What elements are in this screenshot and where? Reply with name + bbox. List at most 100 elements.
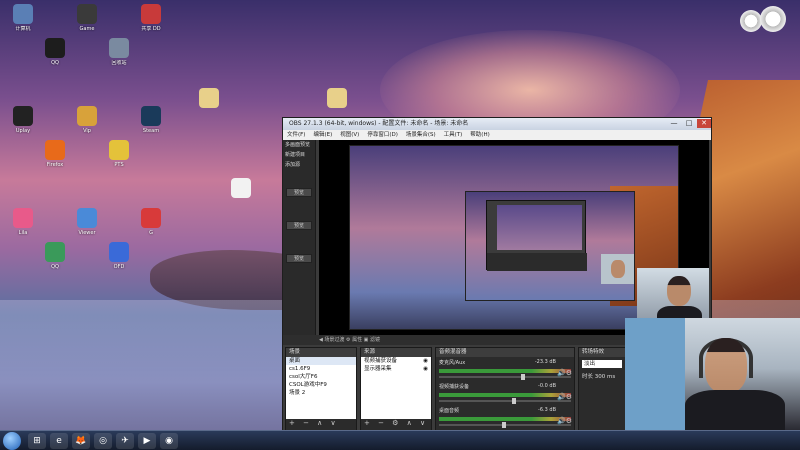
speaker-icon[interactable]: 🔊⚙ xyxy=(557,393,572,401)
desktop-icon-label: 共享 DD xyxy=(141,26,161,32)
mixer-channel: 麦克风/Aux -23.3 dB 🔊⚙ xyxy=(436,357,574,381)
taskbar: ⊞ e 🦊 ◎ ✈ ▶ ◉ xyxy=(0,430,800,450)
scene-item[interactable]: cs1.6F9 xyxy=(286,365,356,373)
folder-icon[interactable] xyxy=(318,88,356,110)
menu-help[interactable]: 帮助(H) xyxy=(470,130,489,140)
left-panel-item[interactable]: 新建项目 xyxy=(283,150,315,160)
desktop-icon[interactable]: Vip xyxy=(68,106,106,134)
preview-button[interactable]: 预览 xyxy=(286,221,312,230)
left-panel-item[interactable]: 多画面预览 xyxy=(283,140,315,150)
app-icon xyxy=(141,208,161,228)
obs-title-bar[interactable]: OBS 27.1.3 (64-bit, windows) - 配置文件: 未命名… xyxy=(283,118,711,130)
scene-item[interactable]: CSOL游戏中F9 xyxy=(286,381,356,389)
window-title: OBS 27.1.3 (64-bit, windows) - 配置文件: 未命名… xyxy=(289,120,469,127)
nested-capture xyxy=(349,145,679,330)
transitions-header: 转场特效 xyxy=(579,348,625,357)
taskbar-app[interactable]: ◎ xyxy=(94,433,112,449)
taskbar-app[interactable]: ▶ xyxy=(138,433,156,449)
minimize-button[interactable]: — xyxy=(667,119,681,128)
volume-slider[interactable] xyxy=(439,422,571,428)
transition-select[interactable]: 淡出 xyxy=(582,360,622,368)
menu-docks[interactable]: 停靠窗口(D) xyxy=(367,130,398,140)
sources-list: 视频捕获设备 ◉ 显示器采集 ◉ xyxy=(361,357,431,419)
taskbar-app[interactable]: e xyxy=(50,433,68,449)
maximize-button[interactable]: □ xyxy=(682,119,696,128)
scene-item[interactable]: 场景 2 xyxy=(286,389,356,397)
sources-toolbar[interactable]: + − ⚙ ∧ ∨ xyxy=(361,419,431,428)
volume-slider[interactable] xyxy=(439,374,571,380)
desktop-icon-label: PTS xyxy=(114,162,124,168)
menu-tools[interactable]: 工具(T) xyxy=(444,130,463,140)
mixer-header: 音频混音器 xyxy=(436,348,574,357)
desktop-icon-label: 计算机 xyxy=(15,26,31,32)
preview-button[interactable]: 预览 xyxy=(286,254,312,263)
desktop-icon[interactable]: PTS xyxy=(100,140,138,168)
desktop-icon-label: OFD xyxy=(113,264,125,270)
desktop-icon[interactable]: Game xyxy=(68,4,106,32)
preview-canvas[interactable] xyxy=(319,140,709,335)
source-item[interactable]: 视频捕获设备 ◉ xyxy=(361,357,431,365)
taskbar-app[interactable]: ✈ xyxy=(116,433,134,449)
desktop-icon-label: QQ xyxy=(51,264,59,270)
desktop-icon[interactable]: 回收站 xyxy=(100,38,138,66)
desktop-icon[interactable]: Uplay xyxy=(4,106,42,134)
desktop-icon[interactable]: Firefox xyxy=(36,140,74,168)
desktop-icon[interactable]: 计算机 xyxy=(4,4,42,32)
fader-knob[interactable] xyxy=(502,422,507,428)
desktop-icon-label: 回收站 xyxy=(111,60,127,66)
left-panel-item[interactable]: 添加源 xyxy=(283,160,315,170)
scenes-dock: 场景 桌面 cs1.6F9 csol大厅F6 CSOL游戏中F9 场景 2 + … xyxy=(285,347,357,435)
scenes-list: 桌面 cs1.6F9 csol大厅F6 CSOL游戏中F9 场景 2 xyxy=(286,357,356,419)
menu-file[interactable]: 文件(F) xyxy=(287,130,305,140)
volume-slider[interactable] xyxy=(439,398,571,404)
channel-db: -6.3 dB xyxy=(538,407,556,413)
file-icon[interactable] xyxy=(222,178,260,200)
eye-icon[interactable]: ◉ xyxy=(423,365,428,373)
start-button[interactable] xyxy=(3,432,21,450)
menu-edit[interactable]: 编辑(E) xyxy=(313,130,332,140)
duration-value[interactable]: 300 ms xyxy=(595,374,615,380)
cam-wall xyxy=(625,318,685,430)
scene-item[interactable]: 桌面 xyxy=(286,357,356,365)
nested-face xyxy=(611,260,625,278)
scene-item[interactable]: csol大厅F6 xyxy=(286,373,356,381)
fader-knob[interactable] xyxy=(511,398,516,404)
app-icon xyxy=(109,242,129,262)
eye-icon[interactable]: ◉ xyxy=(423,357,428,365)
menu-bar: 文件(F) 编辑(E) 视图(V) 停靠窗口(D) 场景集合(S) 工具(T) … xyxy=(283,130,711,140)
gauge-icon xyxy=(740,10,762,32)
scenes-header: 场景 xyxy=(286,348,356,357)
desktop-icon[interactable]: QQ xyxy=(36,242,74,270)
transitions-dock: 转场特效 淡出 时长 300 ms xyxy=(578,347,626,435)
close-button[interactable]: ✕ xyxy=(697,119,711,128)
taskbar-app[interactable]: ◉ xyxy=(160,433,178,449)
folder-icon[interactable] xyxy=(190,88,228,110)
desktop-icon[interactable]: Viewer xyxy=(68,208,106,236)
desktop-icon[interactable]: Lila xyxy=(4,208,42,236)
desktop-icon-label: Uplay xyxy=(15,128,31,134)
app-icon xyxy=(45,242,65,262)
desktop-icon[interactable]: G xyxy=(132,208,170,236)
desktop-icon[interactable]: QQ xyxy=(36,38,74,66)
menu-scene-collection[interactable]: 场景集合(S) xyxy=(406,130,436,140)
volume-meter xyxy=(439,393,571,397)
taskbar-app[interactable]: 🦊 xyxy=(72,433,90,449)
source-item[interactable]: 显示器采集 ◉ xyxy=(361,365,431,373)
speaker-icon[interactable]: 🔊⚙ xyxy=(557,369,572,377)
app-icon xyxy=(13,106,33,126)
fader-knob[interactable] xyxy=(520,374,525,380)
desktop-icon[interactable]: Steam xyxy=(132,106,170,134)
speedometer-gadget[interactable] xyxy=(740,6,790,36)
taskbar-app[interactable]: ⊞ xyxy=(28,433,46,449)
desktop-icon-label: Firefox xyxy=(46,162,64,168)
app-icon xyxy=(45,140,65,160)
app-icon xyxy=(141,106,161,126)
menu-view[interactable]: 视图(V) xyxy=(340,130,359,140)
webcam-overlay xyxy=(625,318,800,430)
desktop-icon-label: Game xyxy=(79,26,95,32)
desktop-icon[interactable]: 共享 DD xyxy=(132,4,170,32)
scenes-toolbar[interactable]: + − ∧ ∨ xyxy=(286,419,356,428)
desktop-icon[interactable]: OFD xyxy=(100,242,138,270)
speaker-icon[interactable]: 🔊⚙ xyxy=(557,417,572,425)
preview-button[interactable]: 预览 xyxy=(286,188,312,197)
